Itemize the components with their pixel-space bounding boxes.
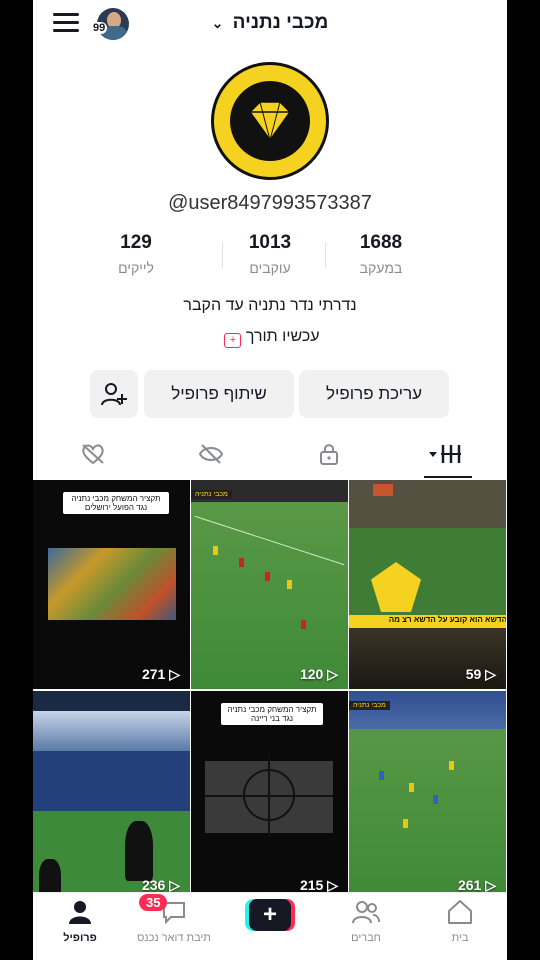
- nav-home-label: בית: [451, 932, 469, 944]
- likes-count: 129: [120, 232, 152, 253]
- view-count: 59 ▷: [465, 666, 496, 682]
- profile-icon: [69, 901, 91, 924]
- nav-friends-label: חברים: [351, 932, 381, 944]
- stat-following[interactable]: 1688 במעקב: [331, 232, 431, 276]
- page-title: מכבי נתניה: [232, 12, 329, 33]
- add-user-icon: [101, 383, 127, 406]
- add-live-icon: +: [224, 333, 242, 348]
- phone-screen: 99 מכבי נתניה ⌄ @user8497993573387 129 ל…: [33, 0, 507, 960]
- video-thumbnail[interactable]: מכבי נתניה 261 ▷: [349, 691, 506, 900]
- video-caption: נגד הפועל ירושלים: [84, 503, 148, 512]
- video-tag: מכבי נתניה: [349, 701, 390, 710]
- nav-inbox-label: תיבת דואר נכנס: [137, 932, 211, 944]
- live-link[interactable]: עכשיו תורך +: [33, 328, 507, 348]
- grid-icon: [429, 445, 461, 463]
- heart-hidden-icon: [82, 444, 104, 465]
- video-caption: תקציר המשחק מכבי נתניה: [227, 705, 317, 714]
- bio: נדרתי נדר נתניה עד הקבר: [183, 297, 357, 314]
- friends-icon: [352, 901, 380, 924]
- bottom-nav: פרופיל תיבת דואר נכנס + חברים בית: [33, 892, 507, 960]
- nav-profile[interactable]: פרופיל: [35, 899, 125, 944]
- following-count: 1688: [359, 232, 403, 253]
- add-friend-button[interactable]: [90, 370, 138, 418]
- video-thumbnail[interactable]: תקציר המשחק מכבי נתניה נגד הפועל ירושלים…: [33, 480, 190, 689]
- chevron-down-icon: ⌄: [211, 15, 224, 31]
- likes-label: לייקים: [118, 260, 154, 276]
- stat-likes[interactable]: 129 לייקים: [86, 232, 186, 276]
- following-label: במעקב: [359, 260, 403, 276]
- video-caption: נגד בני ריינה: [251, 714, 293, 723]
- lock-icon: [320, 444, 338, 465]
- video-thumbnail[interactable]: מכבי נתניה 120 ▷: [191, 480, 348, 689]
- inbox-badge: 35: [139, 894, 168, 911]
- followers-label: עוקבים: [249, 260, 291, 276]
- video-banner: הדשא הוא קובע על הדשא רצ מה: [349, 615, 506, 628]
- create-button[interactable]: +: [245, 899, 295, 931]
- username: @user8497993573387: [168, 192, 372, 214]
- diamond-icon: [249, 101, 291, 142]
- profile-avatar[interactable]: [211, 62, 329, 180]
- video-tag: מכבי נתניה: [191, 490, 232, 499]
- edit-profile-button[interactable]: עריכת פרופיל: [299, 370, 449, 418]
- video-grid: תקציר המשחק מכבי נתניה נגד הפועל ירושלים…: [33, 480, 507, 900]
- video-thumbnail[interactable]: תקציר המשחק מכבי נתניה נגד בני ריינה 215…: [191, 691, 348, 900]
- eye-hidden-icon: [198, 444, 224, 464]
- tab-saved[interactable]: [181, 438, 241, 470]
- view-count: 271 ▷: [141, 666, 180, 682]
- plus-icon: +: [249, 899, 291, 931]
- video-caption: תקציר המשחק מכבי נתניה: [71, 494, 161, 503]
- account-switcher[interactable]: מכבי נתניה ⌄: [33, 12, 507, 34]
- stat-followers[interactable]: 1013 עוקבים: [220, 232, 320, 276]
- share-profile-button[interactable]: שיתוף פרופיל: [144, 370, 294, 418]
- nav-friends[interactable]: חברים: [321, 899, 411, 944]
- home-icon: [448, 900, 472, 924]
- live-label: עכשיו תורך: [245, 328, 320, 345]
- active-tab-indicator: [424, 476, 472, 478]
- divider: [325, 242, 326, 268]
- view-count: 120 ▷: [299, 666, 338, 682]
- nav-profile-label: פרופיל: [63, 932, 97, 944]
- nav-home[interactable]: בית: [415, 899, 505, 944]
- tab-private[interactable]: [299, 438, 359, 470]
- profile-tabs: [33, 428, 507, 481]
- video-thumbnail[interactable]: הדשא הוא קובע על הדשא רצ מה 59 ▷: [349, 480, 506, 689]
- video-thumbnail[interactable]: 236 ▷: [33, 691, 190, 900]
- followers-count: 1013: [248, 232, 292, 253]
- tab-liked[interactable]: [63, 438, 123, 470]
- tab-videos[interactable]: [417, 438, 477, 470]
